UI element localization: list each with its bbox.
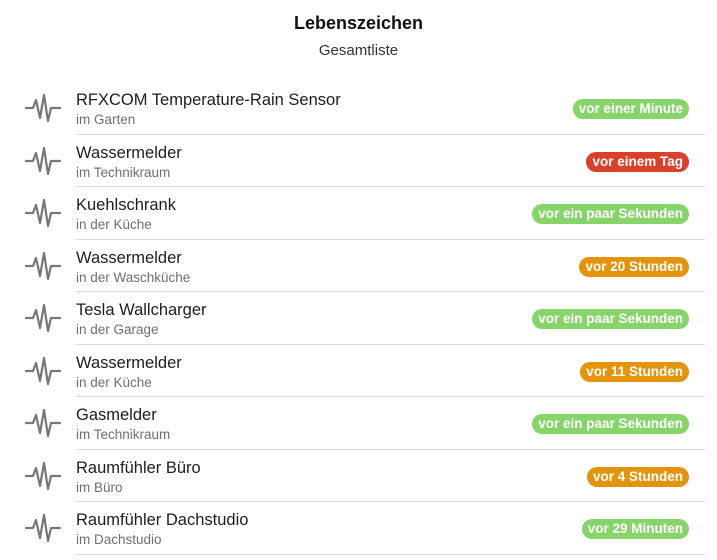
list-item-content: Wassermelder in der Waschküche vor 20 St…	[76, 240, 705, 292]
device-name: Kuehlschrank	[76, 196, 176, 214]
list-item[interactable]: Wassermelder in der Waschküche vor 20 St…	[0, 240, 717, 292]
device-name: Raumfühler Dachstudio	[76, 511, 249, 529]
status-badge: vor 29 Minuten	[581, 519, 689, 539]
device-name: Gasmelder	[76, 406, 157, 424]
page: Lebenszeichen Gesamtliste RFXCOM Tempera…	[0, 0, 717, 560]
status-badge: vor ein paar Sekunden	[532, 309, 689, 329]
status-badge: vor einem Tag	[586, 151, 689, 172]
status-badge: vor ein paar Sekunden	[532, 204, 689, 224]
list-item[interactable]: Gasmelder im Technikraum vor ein paar Se…	[0, 397, 717, 450]
device-name: Wassermelder	[76, 248, 182, 267]
heartbeat-icon	[25, 303, 61, 333]
heartbeat-icon	[25, 408, 61, 438]
list-item[interactable]: Tesla Wallcharger in der Garage vor ein …	[0, 292, 717, 345]
list-item-content: Kuehlschrank in der Küche vor ein paar S…	[76, 187, 705, 240]
status-badge: vor einer Minute	[572, 99, 689, 119]
list-item[interactable]: Kuehlschrank in der Küche vor ein paar S…	[0, 187, 717, 240]
list-item-content: Wassermelder in der Küche vor 11 Stunden	[76, 345, 705, 397]
list-item-content: Raumfühler Dachstudio im Dachstudio vor …	[76, 502, 705, 555]
status-badge: vor 4 Stunden	[586, 466, 689, 487]
heartbeat-icon	[25, 461, 61, 490]
device-name: Wassermelder	[76, 353, 182, 372]
device-location: im Dachstudio	[76, 532, 162, 547]
heartbeat-icon	[25, 93, 61, 123]
list-item-content: Raumfühler Büro im Büro vor 4 Stunden	[76, 450, 705, 502]
list-item[interactable]: Wassermelder in der Küche vor 11 Stunden	[0, 345, 717, 397]
device-name: Tesla Wallcharger	[76, 301, 207, 319]
device-name: Wassermelder	[76, 143, 182, 162]
list-item-content: Gasmelder im Technikraum vor ein paar Se…	[76, 397, 705, 450]
device-location: im Technikraum	[76, 427, 171, 442]
page-title: Lebenszeichen	[293, 13, 424, 33]
list-item[interactable]: Raumfühler Büro im Büro vor 4 Stunden	[0, 450, 717, 502]
device-name: RFXCOM Temperature-Rain Sensor	[76, 91, 341, 109]
device-location: in der Garage	[76, 322, 159, 337]
status-badge: vor ein paar Sekunden	[532, 414, 689, 434]
header: Lebenszeichen Gesamtliste	[0, 0, 717, 61]
device-name: Raumfühler Büro	[76, 458, 201, 477]
device-location: im Büro	[76, 479, 123, 495]
heartbeat-icon	[25, 251, 61, 280]
list-item[interactable]: Raumfühler Dachstudio im Dachstudio vor …	[0, 502, 717, 555]
device-list: RFXCOM Temperature-Rain Sensor im Garten…	[0, 82, 717, 555]
list-item-content: RFXCOM Temperature-Rain Sensor im Garten…	[76, 82, 705, 135]
list-item[interactable]: Wassermelder im Technikraum vor einem Ta…	[0, 135, 717, 187]
device-location: im Technikraum	[76, 164, 171, 180]
device-location: in der Küche	[76, 217, 152, 232]
heartbeat-icon	[25, 198, 61, 228]
list-item-content: Tesla Wallcharger in der Garage vor ein …	[76, 292, 705, 345]
heartbeat-icon	[25, 146, 61, 175]
list-item[interactable]: RFXCOM Temperature-Rain Sensor im Garten…	[0, 82, 717, 135]
device-location: in der Küche	[76, 374, 152, 390]
page-subtitle: Gesamtliste	[318, 42, 399, 59]
heartbeat-icon	[25, 356, 61, 385]
device-location: im Garten	[76, 112, 136, 127]
status-badge: vor 11 Stunden	[580, 361, 689, 382]
list-item-content: Wassermelder im Technikraum vor einem Ta…	[76, 135, 705, 187]
status-badge: vor 20 Stunden	[579, 256, 689, 277]
device-location: in der Waschküche	[76, 269, 191, 285]
heartbeat-icon	[25, 513, 61, 543]
